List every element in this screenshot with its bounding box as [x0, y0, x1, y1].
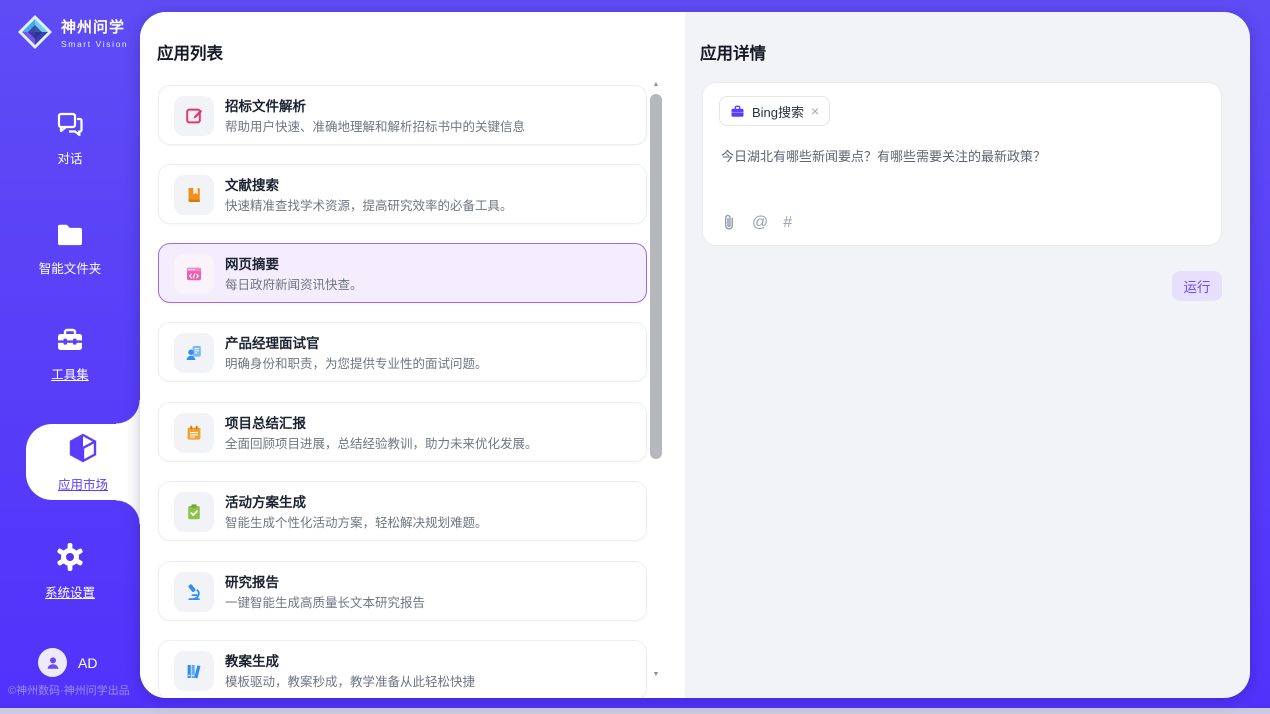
app-window: 神州问学 Smart Vision 对话 智能文件夹	[0, 0, 1270, 708]
sidebar-item-chat[interactable]: 对话	[0, 110, 140, 167]
run-button[interactable]: 运行	[1172, 271, 1222, 301]
sidebar-item-app-market[interactable]: 应用市场	[26, 424, 140, 500]
main-content: 应用列表 招标文件解析 帮助用户快速、准确地理解和解析招标书中的关键信息	[140, 12, 1250, 698]
briefcase-icon	[730, 104, 745, 119]
app-detail-title: 应用详情	[700, 40, 766, 64]
scrollbar-up-arrow-icon[interactable]: ▲	[650, 80, 662, 90]
app-card-web-summary[interactable]: 网页摘要 每日政府新闻资讯快查。	[158, 243, 647, 303]
tool-tag-bing-search[interactable]: Bing搜索 ×	[719, 96, 830, 126]
app-name: 研究报告	[225, 571, 279, 591]
clipboard-check-icon	[184, 502, 204, 522]
app-name: 项目总结汇报	[225, 412, 306, 432]
chat-icon	[55, 110, 85, 138]
books-icon	[184, 661, 204, 681]
user-account[interactable]: AD	[38, 648, 97, 677]
sidebar-item-settings-label: 系统设置	[0, 582, 140, 601]
paperclip-icon[interactable]	[720, 213, 737, 232]
copyright-footer: ©神州数码·神州问学出品	[8, 682, 140, 698]
scrollbar-down-arrow-icon[interactable]: ▼	[650, 670, 662, 680]
app-name: 教案生成	[225, 650, 279, 670]
prompt-card: Bing搜索 × 今日湖北有哪些新闻要点？有哪些需要关注的最新政策？ @ #	[702, 82, 1222, 246]
sidebar-item-app-market-label: 应用市场	[26, 474, 140, 493]
brand-subtitle: Smart Vision	[61, 39, 128, 49]
sidebar-item-smart-folder-label: 智能文件夹	[0, 258, 140, 277]
toolbox-icon	[55, 327, 85, 354]
at-sign-icon[interactable]: @	[752, 214, 768, 232]
app-card-research-report[interactable]: 研究报告 一键智能生成高质量长文本研究报告	[158, 561, 647, 621]
gear-icon	[55, 542, 85, 572]
app-list-panel: 应用列表 招标文件解析 帮助用户快速、准确地理解和解析招标书中的关键信息	[140, 12, 685, 698]
sidebar-item-toolset-label: 工具集	[0, 364, 140, 383]
cube-icon	[67, 432, 99, 466]
scrollbar-thumb[interactable]	[650, 94, 662, 459]
app-card-lesson-plan[interactable]: 教案生成 模板驱动，教案秒成，教学准备从此轻松快捷	[158, 640, 647, 698]
notepad-icon	[184, 423, 204, 443]
sidebar-item-chat-label: 对话	[0, 148, 140, 167]
app-description: 全面回顾项目进展，总结经验教训，助力未来优化发展。	[225, 433, 632, 452]
sidebar: 神州问学 Smart Vision 对话 智能文件夹	[0, 0, 140, 708]
avatar	[38, 648, 67, 677]
app-card-project-summary[interactable]: 项目总结汇报 全面回顾项目进展，总结经验教训，助力未来优化发展。	[158, 402, 647, 462]
app-description: 明确身份和职责，为您提供专业性的面试问题。	[225, 353, 632, 372]
tag-close-icon[interactable]: ×	[811, 104, 819, 118]
brand-diamond-icon	[16, 13, 54, 51]
list-scrollbar[interactable]: ▲ ▼	[649, 80, 663, 690]
brand-name: 神州问学	[61, 16, 128, 37]
edit-document-icon	[184, 106, 204, 126]
app-description: 模板驱动，教案秒成，教学准备从此轻松快捷	[225, 671, 632, 690]
question-input[interactable]: 今日湖北有哪些新闻要点？有哪些需要关注的最新政策？	[721, 147, 1199, 167]
app-card-pm-interviewer[interactable]: 产品经理面试官 明确身份和职责，为您提供专业性的面试问题。	[158, 322, 647, 382]
folder-icon	[55, 222, 85, 248]
app-name: 文献搜索	[225, 174, 279, 194]
app-name: 产品经理面试官	[225, 332, 320, 352]
input-toolbar: @ #	[720, 213, 792, 232]
sidebar-item-smart-folder[interactable]: 智能文件夹	[0, 222, 140, 277]
app-name: 网页摘要	[225, 253, 279, 273]
tool-tag-label: Bing搜索	[752, 102, 804, 121]
app-description: 每日政府新闻资讯快查。	[225, 274, 632, 293]
user-initials: AD	[78, 655, 97, 671]
interviewer-icon	[184, 343, 204, 363]
app-description: 智能生成个性化活动方案，轻松解决规划难题。	[225, 512, 632, 531]
user-icon	[45, 655, 61, 671]
app-name: 活动方案生成	[225, 491, 306, 511]
app-description: 帮助用户快速、准确地理解和解析招标书中的关键信息	[225, 116, 632, 135]
sidebar-item-toolset[interactable]: 工具集	[0, 327, 140, 383]
microscope-icon	[184, 582, 204, 602]
hash-icon[interactable]: #	[783, 214, 792, 232]
app-description: 一键智能生成高质量长文本研究报告	[225, 592, 632, 611]
brand-logo: 神州问学 Smart Vision	[16, 13, 128, 51]
app-list-title: 应用列表	[157, 40, 223, 64]
book-icon	[184, 185, 204, 205]
app-detail-panel: 应用详情 Bing搜索 × 今日湖北有哪些新闻要点？有哪些需要关注的最新政策？	[685, 12, 1250, 698]
app-card-literature-search[interactable]: 文献搜索 快速精准查找学术资源，提高研究效率的必备工具。	[158, 164, 647, 224]
sidebar-item-settings[interactable]: 系统设置	[0, 542, 140, 601]
app-description: 快速精准查找学术资源，提高研究效率的必备工具。	[225, 195, 632, 214]
app-card-event-plan[interactable]: 活动方案生成 智能生成个性化活动方案，轻松解决规划难题。	[158, 481, 647, 541]
app-name: 招标文件解析	[225, 95, 306, 115]
app-card-bid-analysis[interactable]: 招标文件解析 帮助用户快速、准确地理解和解析招标书中的关键信息	[158, 85, 647, 145]
browser-code-icon	[184, 264, 204, 284]
